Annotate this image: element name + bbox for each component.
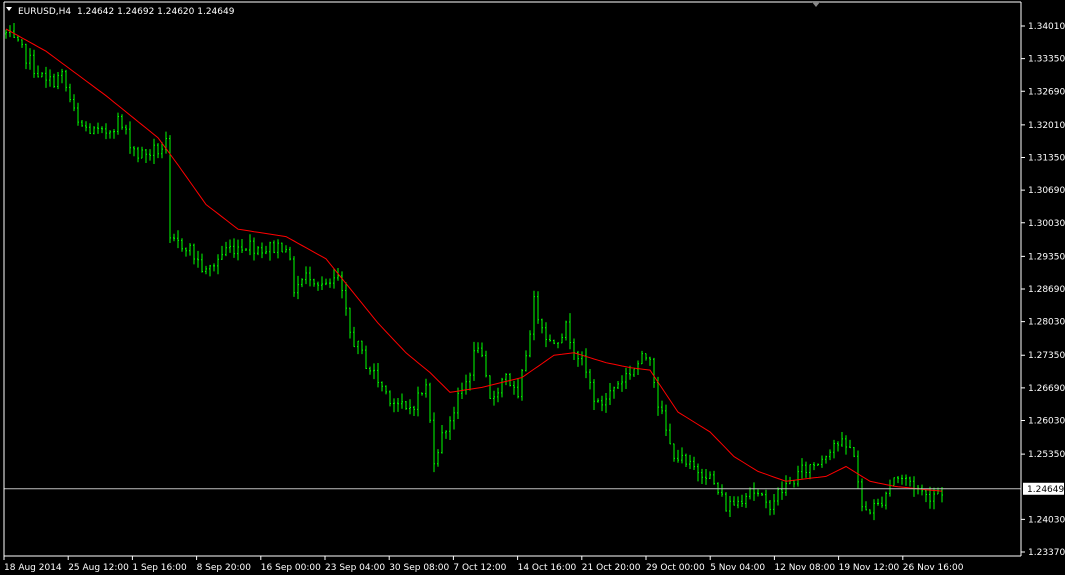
y-tick-label: 1.34010 — [1028, 22, 1065, 32]
y-tick-label: 1.23370 — [1028, 548, 1065, 558]
x-tick-label: 30 Sep 08:00 — [389, 563, 449, 573]
x-tick-label: 19 Nov 12:00 — [839, 563, 900, 573]
x-tick-label: 18 Aug 2014 — [4, 563, 62, 573]
x-tick-label: 25 Aug 12:00 — [68, 563, 129, 573]
y-tick-label: 1.26030 — [1028, 417, 1065, 427]
current-price-label: 1.24649 — [1027, 485, 1064, 495]
y-tick-label: 1.31350 — [1028, 154, 1065, 164]
x-tick-label: 8 Sep 20:00 — [197, 563, 252, 573]
x-tick-label: 5 Nov 04:00 — [710, 563, 765, 573]
y-tick-label: 1.25350 — [1028, 450, 1065, 460]
y-tick-label: 1.32690 — [1028, 87, 1065, 97]
y-tick-label: 1.30030 — [1028, 219, 1065, 229]
y-tick-label: 1.33350 — [1028, 55, 1065, 65]
x-tick-label: 29 Oct 00:00 — [646, 563, 705, 573]
y-tick-label: 1.28030 — [1028, 318, 1065, 328]
y-tick-label: 1.24030 — [1028, 515, 1065, 525]
y-tick-label: 1.32010 — [1028, 121, 1065, 131]
x-tick-label: 7 Oct 12:00 — [453, 563, 506, 573]
y-tick-label: 1.30690 — [1028, 186, 1065, 196]
x-tick-label: 12 Nov 08:00 — [774, 563, 835, 573]
y-tick-label: 1.28690 — [1028, 285, 1065, 295]
symbol-label: EURUSD,H4 — [18, 7, 71, 17]
x-tick-label: 23 Sep 04:00 — [325, 563, 385, 573]
y-tick-label: 1.26690 — [1028, 384, 1065, 394]
price-chart[interactable]: 1.24649 1.34010 1.33350 1.32690 1.32010 1.31… — [0, 0, 1065, 575]
x-tick-label: 1 Sep 16:00 — [132, 563, 187, 573]
x-tick-label: 16 Sep 00:00 — [261, 563, 321, 573]
chart-window[interactable]: 1.24649 1.34010 1.33350 1.32690 1.32010 1.31… — [0, 0, 1065, 575]
y-tick-label: 1.29350 — [1028, 252, 1065, 262]
x-tick-label: 14 Oct 16:00 — [518, 563, 577, 573]
ohlc-values: 1.24642 1.24692 1.24620 1.24649 — [77, 7, 235, 17]
x-tick-label: 26 Nov 16:00 — [903, 563, 964, 573]
y-tick-label: 1.27350 — [1028, 351, 1065, 361]
x-tick-label: 21 Oct 20:00 — [582, 563, 641, 573]
